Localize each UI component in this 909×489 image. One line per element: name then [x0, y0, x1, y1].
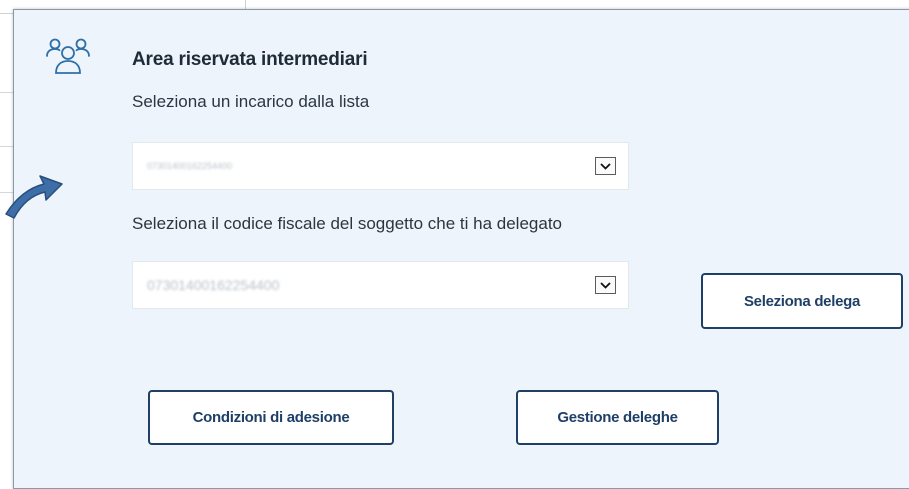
- users-group-icon: [46, 38, 90, 74]
- panel-title: Area riservata intermediari: [132, 49, 368, 70]
- incarico-select[interactable]: 07301400162254400: [132, 142, 629, 190]
- intermediari-panel: Area riservata intermediari Seleziona un…: [13, 9, 909, 489]
- incarico-label: Seleziona un incarico dalla lista: [132, 92, 370, 111]
- gestione-deleghe-button[interactable]: Gestione deleghe: [516, 390, 719, 445]
- background-divider: [0, 92, 14, 93]
- codice-fiscale-label: Seleziona il codice fiscale del soggetto…: [132, 214, 563, 233]
- background-divider: [0, 146, 14, 147]
- incarico-select-value: 07301400162254400: [147, 161, 233, 171]
- chevron-down-icon[interactable]: [595, 157, 616, 175]
- codice-fiscale-select[interactable]: 07301400162254400: [132, 261, 629, 309]
- codice-fiscale-select-value: 07301400162254400: [147, 277, 280, 293]
- condizioni-adesione-button[interactable]: Condizioni di adesione: [148, 390, 394, 445]
- chevron-down-icon[interactable]: [595, 276, 616, 294]
- pointer-arrow-icon: [5, 175, 63, 219]
- seleziona-delega-button[interactable]: Seleziona delega: [701, 273, 903, 329]
